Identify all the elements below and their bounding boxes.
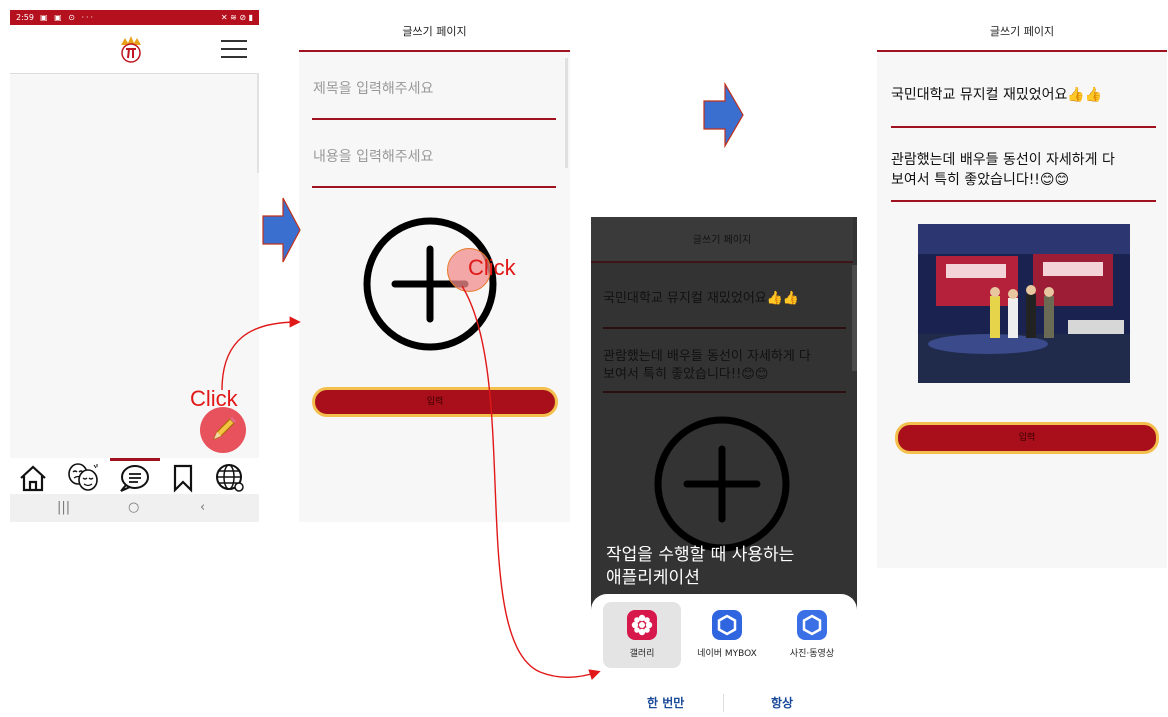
title-underline — [603, 327, 846, 329]
app-photo-video-label: 사진·동영상 — [789, 649, 835, 659]
bottom-navigation — [10, 458, 259, 494]
chat-bubble-icon[interactable] — [116, 463, 152, 493]
scroll-indicator — [565, 58, 568, 168]
app-gallery-label: 갤러리 — [629, 649, 655, 659]
musical-stage-image — [918, 224, 1130, 383]
back-system-button[interactable]: ‹ — [200, 500, 205, 515]
scroll-indicator — [852, 265, 857, 371]
submit-button[interactable]: 입력 — [312, 387, 558, 417]
gallery-flower-icon — [627, 610, 657, 640]
crown-logo-icon — [121, 36, 141, 63]
bookmark-icon[interactable] — [170, 463, 196, 493]
scroll-indicator — [257, 73, 259, 173]
theater-masks-icon[interactable] — [66, 462, 100, 492]
status-time: 2:59 — [16, 13, 34, 22]
submit-button[interactable]: 입력 — [895, 422, 1159, 454]
click-annotation: Click — [190, 386, 238, 411]
write-post-button[interactable] — [200, 407, 246, 453]
page-title: 글쓰기 페이지 — [299, 10, 570, 50]
flow-arrow-right-icon — [262, 197, 301, 263]
pencil-icon — [213, 417, 236, 440]
title-underline — [312, 118, 556, 120]
screen-write-filled: 글쓰기 페이지 국민대학교 뮤지컬 재밌었어요👍👍 관람했는데 배우들 동선이 … — [877, 10, 1167, 568]
title-underline — [891, 126, 1156, 128]
chooser-title-line2: 애플리케이션 — [606, 568, 700, 588]
recent-apps-button[interactable]: ||| — [57, 500, 70, 515]
page-title: 글쓰기 페이지 — [591, 217, 853, 261]
home-icon[interactable] — [18, 464, 48, 492]
content-text-line2[interactable]: 보여서 특히 좋았습니다!!😊😊 — [891, 169, 1069, 189]
content-underline — [603, 391, 846, 393]
status-icons: ▣ ▣ ⊙ ··· — [40, 13, 96, 22]
system-navigation: ||| ○ ‹ — [10, 494, 259, 522]
app-chooser-sheet: 갤러리 네이버 MYBOX 사진·동영상 한 번만 항상 — [591, 594, 857, 717]
active-tab-indicator — [110, 458, 160, 461]
title-text: 국민대학교 뮤지컬 재밌었어요👍👍 — [603, 291, 800, 306]
header-divider — [877, 50, 1167, 52]
home-system-button[interactable]: ○ — [128, 500, 139, 515]
app-naver-mybox[interactable]: 네이버 MYBOX — [688, 602, 766, 668]
mybox-icon — [712, 610, 742, 640]
always-button[interactable]: 항상 — [771, 694, 793, 711]
app-naver-mybox-label: 네이버 MYBOX — [697, 649, 757, 659]
just-once-button[interactable]: 한 번만 — [647, 694, 684, 711]
title-input[interactable]: 제목을 입력해주세요 — [313, 78, 433, 98]
click-annotation: Click — [468, 255, 516, 280]
title-text[interactable]: 국민대학교 뮤지컬 재밌었어요👍👍 — [891, 84, 1102, 104]
flow-arrow-right-icon — [703, 82, 744, 148]
app-bar — [10, 25, 259, 74]
hamburger-menu-icon[interactable] — [221, 40, 247, 60]
chooser-title-line1: 작업을 수행할 때 사용하는 — [606, 545, 795, 565]
screen-home: 2:59 ▣ ▣ ⊙ ··· ✕ ≋ ⊘ ▮ ||| ○ ‹ — [10, 10, 259, 522]
globe-icon[interactable] — [214, 462, 246, 494]
page-title: 글쓰기 페이지 — [877, 10, 1167, 50]
content-underline — [891, 200, 1156, 202]
status-bar: 2:59 ▣ ▣ ⊙ ··· ✕ ≋ ⊘ ▮ — [10, 10, 259, 25]
content-text-line1: 관람했는데 배우들 동선이 자세하게 다 — [603, 349, 811, 364]
plus-circle-icon — [654, 416, 790, 552]
status-right-icons: ✕ ≋ ⊘ ▮ — [220, 13, 253, 22]
content-text-line2: 보여서 특히 좋았습니다!!😊😊 — [603, 367, 769, 382]
header-divider — [591, 261, 853, 263]
uploaded-photo[interactable] — [918, 224, 1130, 383]
header-divider — [299, 50, 570, 52]
option-divider — [723, 694, 724, 712]
content-underline — [312, 186, 556, 188]
content-input[interactable]: 내용을 입력해주세요 — [313, 146, 433, 166]
content-text-line1[interactable]: 관람했는데 배우들 동선이 자세하게 다 — [891, 149, 1115, 169]
app-gallery[interactable]: 갤러리 — [603, 602, 681, 668]
photo-video-icon — [797, 610, 827, 640]
app-photo-video[interactable]: 사진·동영상 — [773, 602, 851, 668]
screen-write-empty: 글쓰기 페이지 제목을 입력해주세요 내용을 입력해주세요 입력 — [299, 10, 570, 522]
screen-app-chooser: 글쓰기 페이지 국민대학교 뮤지컬 재밌었어요👍👍 관람했는데 배우들 동선이 … — [591, 217, 857, 717]
